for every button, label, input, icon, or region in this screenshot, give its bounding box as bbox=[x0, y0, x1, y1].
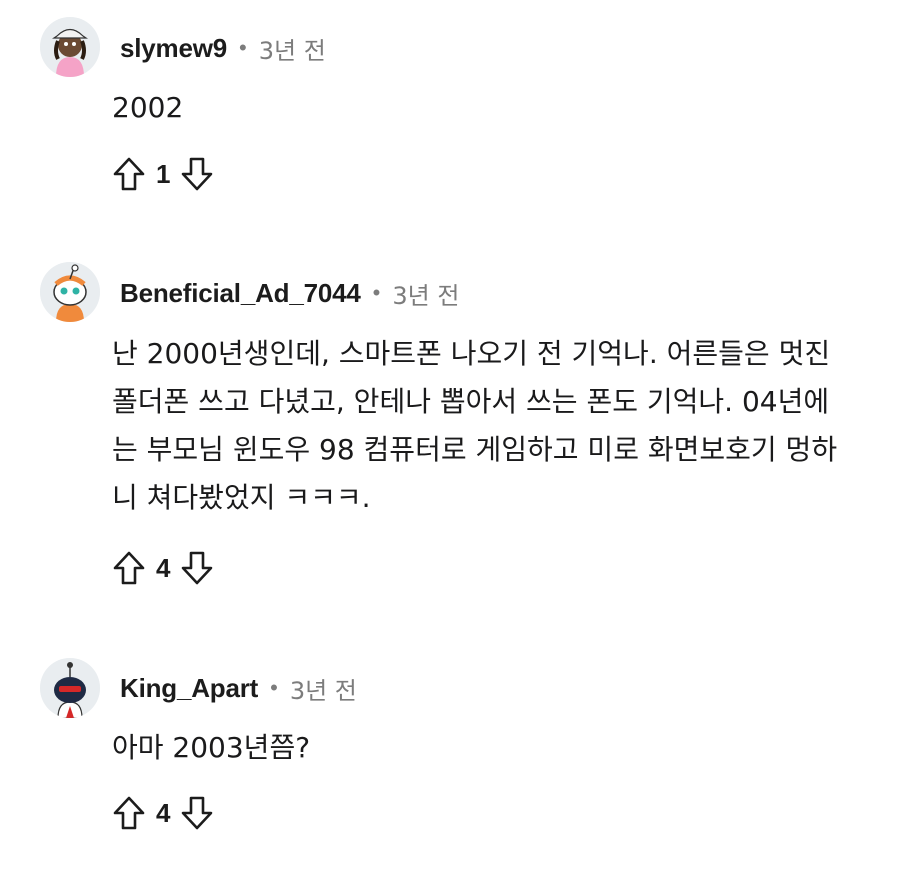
meta-separator: • bbox=[270, 675, 278, 700]
user-avatar[interactable] bbox=[40, 17, 100, 77]
downvote-button[interactable] bbox=[178, 793, 216, 833]
user-avatar[interactable] bbox=[40, 658, 100, 718]
comment-body: 2002 bbox=[112, 91, 184, 124]
snoo-avatar-pink-icon bbox=[40, 17, 100, 77]
comment-meta: King_Apart • 3년 전 bbox=[120, 668, 357, 708]
snoo-avatar-dark-icon bbox=[40, 658, 100, 718]
comment-body: 아마 2003년쯤? bbox=[112, 731, 311, 764]
vote-score: 1 bbox=[156, 158, 171, 189]
comment-meta: slymew9 • 3년 전 bbox=[120, 28, 326, 68]
downvote-arrow-icon bbox=[182, 796, 213, 830]
upvote-arrow-icon bbox=[113, 157, 145, 191]
meta-separator: • bbox=[239, 35, 247, 60]
upvote-arrow-icon bbox=[113, 551, 145, 585]
vote-score: 4 bbox=[156, 797, 171, 828]
snoo-avatar-orange-icon bbox=[40, 262, 100, 322]
timestamp: 3년 전 bbox=[392, 281, 460, 310]
upvote-button[interactable] bbox=[110, 548, 148, 588]
upvote-button[interactable] bbox=[110, 793, 148, 833]
comment-meta: Beneficial_Ad_7044 • 3년 전 bbox=[120, 273, 459, 313]
downvote-arrow-icon bbox=[182, 551, 213, 585]
comment-body: 난 2000년생인데, 스마트폰 나오기 전 기억나. 어른들은 멋진 폴더폰 … bbox=[112, 337, 839, 514]
author-name[interactable]: slymew9 bbox=[120, 33, 227, 64]
downvote-arrow-icon bbox=[182, 157, 213, 191]
vote-bar: 4 bbox=[110, 548, 216, 588]
vote-bar: 1 bbox=[110, 154, 216, 194]
downvote-button[interactable] bbox=[178, 548, 216, 588]
upvote-arrow-icon bbox=[113, 796, 145, 830]
comment-thread: slymew9 • 3년 전 2002 1 Beneficial_Ad_7044… bbox=[0, 0, 900, 880]
vote-bar: 4 bbox=[110, 793, 216, 833]
timestamp: 3년 전 bbox=[289, 676, 357, 705]
author-name[interactable]: Beneficial_Ad_7044 bbox=[120, 278, 361, 309]
meta-separator: • bbox=[372, 280, 381, 305]
upvote-button[interactable] bbox=[110, 154, 148, 194]
user-avatar[interactable] bbox=[40, 262, 100, 322]
timestamp: 3년 전 bbox=[258, 36, 326, 65]
downvote-button[interactable] bbox=[178, 154, 216, 194]
author-name[interactable]: King_Apart bbox=[120, 673, 258, 704]
vote-score: 4 bbox=[156, 552, 171, 583]
